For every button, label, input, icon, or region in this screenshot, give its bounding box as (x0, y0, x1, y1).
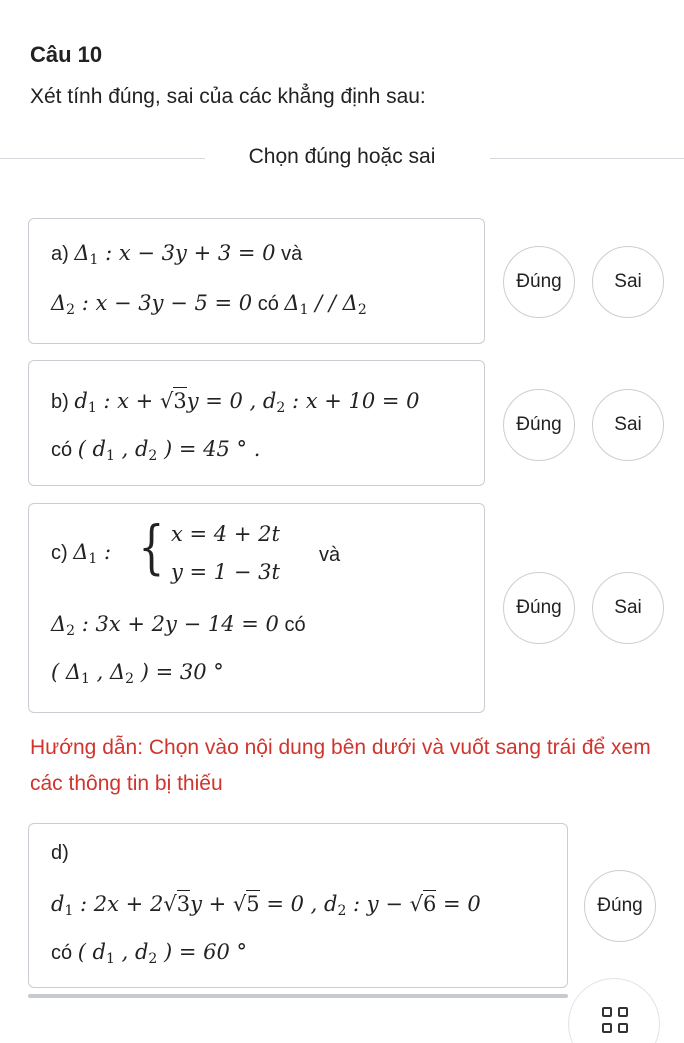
statement-c-false-button[interactable]: Sai (592, 572, 664, 644)
statement-a-line1: a) Δ1 : x − 3y + 3 = 0 và (51, 241, 303, 268)
statement-b-false-button[interactable]: Sai (592, 389, 664, 461)
statement-d-label: d) (51, 842, 69, 864)
statement-b[interactable]: b) d1 : x + √3y = 0 , d2 : x + 10 = 0 có… (28, 360, 485, 486)
statement-c-line2: Δ2 : 3x + 2y − 14 = 0 có (51, 612, 306, 639)
system-eq2: y = 1 − 3t (171, 560, 280, 584)
statement-b-line2: có ( d1 , d2 ) = 45 ° . (51, 437, 261, 464)
statement-a-line2: Δ2 : x − 3y − 5 = 0 có Δ1 / / Δ2 (51, 291, 367, 318)
statement-b-line1: b) d1 : x + √3y = 0 , d2 : x + 10 = 0 (51, 387, 420, 416)
statement-a-false-button[interactable]: Sai (592, 246, 664, 318)
statement-a[interactable]: a) Δ1 : x − 3y + 3 = 0 và Δ2 : x − 3y − … (28, 218, 485, 344)
statement-a-true-button[interactable]: Đúng (503, 246, 575, 318)
horizontal-scrollbar[interactable] (28, 994, 568, 998)
statement-d-line1: d1 : 2x + 2√3y + √5 = 0 , d2 : y − √6 = … (51, 890, 481, 919)
question-prompt: Xét tính đúng, sai của các khẳng định sa… (30, 85, 426, 108)
system-eq1: x = 4 + 2t (171, 522, 280, 546)
statement-c-line1: c) Δ1 : (51, 540, 112, 567)
question-card: Câu 10 Xét tính đúng, sai của các khẳng … (0, 0, 684, 1043)
statement-d-line2: có ( d1 , d2 ) = 60 ° (51, 940, 248, 967)
statement-c[interactable]: c) Δ1 : { x = 4 + 2t y = 1 − 3t và Δ2 : … (28, 503, 485, 713)
system-brace: { (138, 513, 165, 581)
statement-c-and: và (319, 544, 341, 566)
divider-label: Chọn đúng hoặc sai (248, 145, 436, 168)
swipe-hint: Hướng dẫn: Chọn vào nội dung bên dưới và… (30, 736, 651, 795)
statement-b-true-button[interactable]: Đúng (503, 389, 575, 461)
grid-menu-button[interactable] (568, 978, 660, 1043)
statement-d[interactable]: d) d1 : 2x + 2√3y + √5 = 0 , d2 : y − √6… (28, 823, 568, 988)
statement-c-true-button[interactable]: Đúng (503, 572, 575, 644)
question-title: Câu 10 (30, 42, 103, 67)
statement-d-true-button[interactable]: Đúng (584, 870, 656, 942)
divider-right (490, 158, 684, 159)
statement-c-line3: ( Δ1 , Δ2 ) = 30 ° (51, 660, 224, 687)
